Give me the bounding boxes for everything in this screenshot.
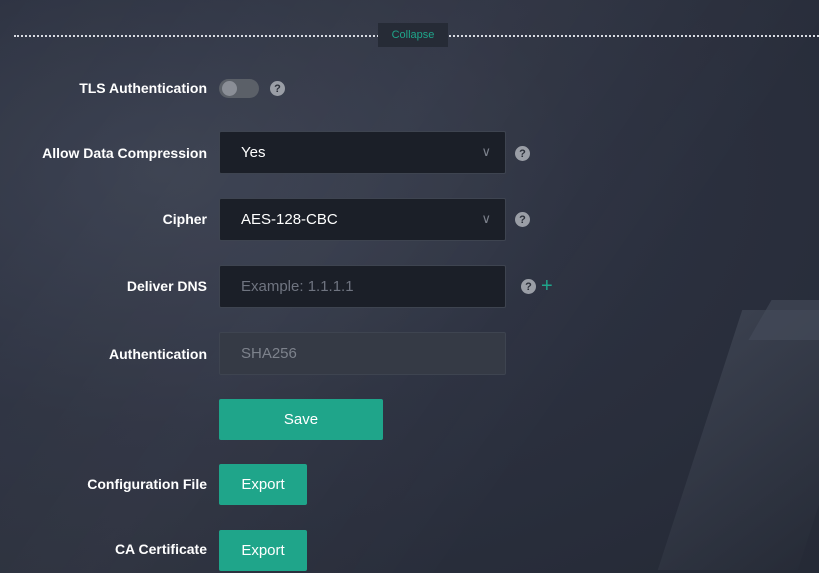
deliver-dns-field[interactable] bbox=[219, 265, 506, 308]
allow-data-compression-select[interactable]: Yes ∨ bbox=[219, 131, 506, 174]
deliver-dns-help-icon[interactable]: ? bbox=[521, 279, 536, 294]
allow-data-compression-value: Yes bbox=[241, 144, 266, 161]
authentication-value: SHA256 bbox=[241, 345, 297, 362]
tls-authentication-toggle[interactable] bbox=[219, 79, 259, 98]
allow-data-compression-label: Allow Data Compression bbox=[42, 145, 207, 161]
add-dns-icon[interactable]: + bbox=[541, 276, 553, 296]
tls-authentication-help-icon[interactable]: ? bbox=[270, 81, 285, 96]
collapse-link[interactable]: Collapse bbox=[378, 23, 448, 47]
cipher-label: Cipher bbox=[162, 211, 207, 227]
background-shape bbox=[748, 300, 819, 340]
save-button[interactable]: Save bbox=[219, 399, 383, 440]
toggle-knob bbox=[222, 81, 237, 96]
background-shape bbox=[657, 310, 819, 570]
ca-certificate-label: CA Certificate bbox=[114, 541, 207, 557]
authentication-field: SHA256 bbox=[219, 332, 506, 375]
cipher-select[interactable]: AES-128-CBC ∨ bbox=[219, 198, 506, 241]
deliver-dns-input[interactable] bbox=[241, 278, 481, 295]
cipher-value: AES-128-CBC bbox=[241, 211, 338, 228]
allow-data-compression-help-icon[interactable]: ? bbox=[515, 146, 530, 161]
export-ca-certificate-button[interactable]: Export bbox=[219, 530, 307, 571]
export-configuration-button[interactable]: Export bbox=[219, 464, 307, 505]
tls-authentication-label: TLS Authentication bbox=[79, 80, 207, 96]
cipher-help-icon[interactable]: ? bbox=[515, 212, 530, 227]
chevron-down-icon: ∨ bbox=[481, 144, 491, 159]
deliver-dns-label: Deliver DNS bbox=[126, 278, 207, 294]
authentication-label: Authentication bbox=[109, 346, 207, 362]
chevron-down-icon: ∨ bbox=[481, 211, 491, 226]
configuration-file-label: Configuration File bbox=[87, 476, 207, 492]
